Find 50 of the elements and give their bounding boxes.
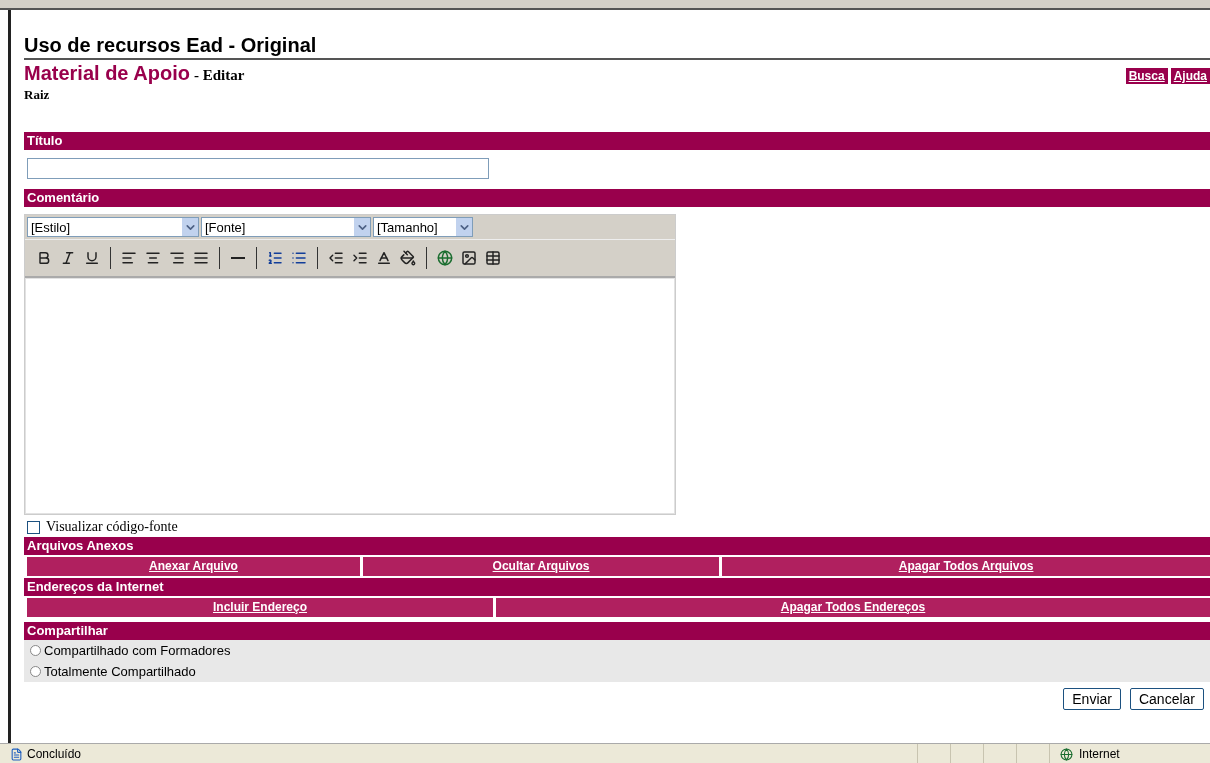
italic-icon <box>60 250 76 266</box>
bold-icon <box>36 250 52 266</box>
align-justify-icon <box>193 250 209 266</box>
section-bar: Endereços da Internet <box>24 578 1210 596</box>
page-heading: Material de Apoio <box>24 62 190 84</box>
outdent-icon <box>328 250 344 266</box>
action-link[interactable]: Ocultar Arquivos <box>362 557 720 576</box>
page-action: - Editar <box>193 67 245 83</box>
radio-button[interactable] <box>30 645 41 656</box>
radio-button[interactable] <box>30 666 41 677</box>
editor-select[interactable]: [Tamanho] <box>373 217 473 237</box>
section-bar: Compartilhar <box>24 622 1210 640</box>
numbered-list-icon <box>267 250 283 266</box>
table-icon <box>485 250 501 266</box>
text-color-icon <box>376 250 392 266</box>
form-button[interactable]: Enviar <box>1063 688 1121 710</box>
checkbox[interactable] <box>27 520 40 534</box>
globe-icon <box>437 250 453 266</box>
status-text: Concluído <box>27 747 82 761</box>
page-title: Uso de recursos Ead - Original <box>24 34 1210 60</box>
align-center-icon <box>145 250 161 266</box>
action-link[interactable]: Apagar Todos Endereços <box>496 598 1210 617</box>
top-link[interactable]: Busca <box>1125 68 1168 84</box>
horizontal-rule-icon <box>231 257 245 259</box>
radio-label: Compartilhado com Formadores <box>44 643 231 658</box>
align-left-icon <box>121 250 137 266</box>
breadcrumb: Raiz <box>24 87 51 103</box>
action-link[interactable]: Anexar Arquivo <box>27 557 360 576</box>
zone-text: Internet <box>1079 747 1120 761</box>
source-checkbox[interactable]: Visualizar código-fonte <box>27 519 1210 535</box>
action-link[interactable]: Incluir Endereço <box>27 598 494 617</box>
top-link[interactable]: Ajuda <box>1170 68 1210 84</box>
indent-icon <box>352 250 368 266</box>
paint-bucket-icon <box>400 250 416 266</box>
image-icon <box>461 250 477 266</box>
title-field[interactable] <box>27 158 489 179</box>
globe-icon <box>1060 747 1073 761</box>
checkbox-label: Visualizar código-fonte <box>46 519 178 535</box>
form-button[interactable]: Cancelar <box>1129 688 1204 710</box>
editor-select[interactable]: [Estilo] <box>27 217 199 237</box>
section-bar: Título <box>24 132 1210 150</box>
align-right-icon <box>169 250 185 266</box>
action-link[interactable]: Apagar Todos Arquivos <box>722 557 1210 576</box>
editor-select[interactable]: [Fonte] <box>201 217 371 237</box>
bullet-list-icon <box>291 250 307 266</box>
page-icon <box>10 747 23 761</box>
radio-label: Totalmente Compartilhado <box>44 664 196 679</box>
section-bar: Comentário <box>24 189 1210 207</box>
section-bar: Arquivos Anexos <box>24 537 1210 555</box>
underline-icon <box>84 250 100 266</box>
